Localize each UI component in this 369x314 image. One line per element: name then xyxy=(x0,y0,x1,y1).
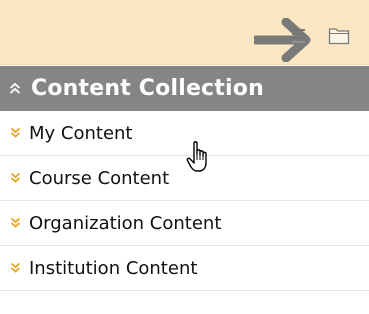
folder-icon[interactable] xyxy=(328,25,350,45)
list-view-icon[interactable] xyxy=(290,26,308,44)
toolbar xyxy=(0,0,369,65)
list-item-institution-content[interactable]: Institution Content xyxy=(0,246,369,291)
content-collection-panel: Content Collection My Content Course Con… xyxy=(0,0,369,314)
content-collection-title: Content Collection xyxy=(31,76,264,101)
list-item-label: My Content xyxy=(29,122,133,144)
list-item-label: Institution Content xyxy=(29,257,198,279)
list-item-my-content[interactable]: My Content xyxy=(0,111,369,156)
list-item-course-content[interactable]: Course Content xyxy=(0,156,369,201)
arrow-right-icon[interactable] xyxy=(254,18,324,62)
content-collection-list: My Content Course Content Organization C… xyxy=(0,111,369,291)
chevron-up-double-icon xyxy=(9,82,21,94)
chevron-down-double-icon xyxy=(10,172,21,183)
content-collection-header[interactable]: Content Collection xyxy=(0,66,369,111)
chevron-down-double-icon xyxy=(10,262,21,273)
chevron-down-double-icon xyxy=(10,127,21,138)
chevron-down-double-icon xyxy=(10,217,21,228)
list-item-organization-content[interactable]: Organization Content xyxy=(0,201,369,246)
list-item-label: Organization Content xyxy=(29,212,222,234)
list-item-label: Course Content xyxy=(29,167,170,189)
